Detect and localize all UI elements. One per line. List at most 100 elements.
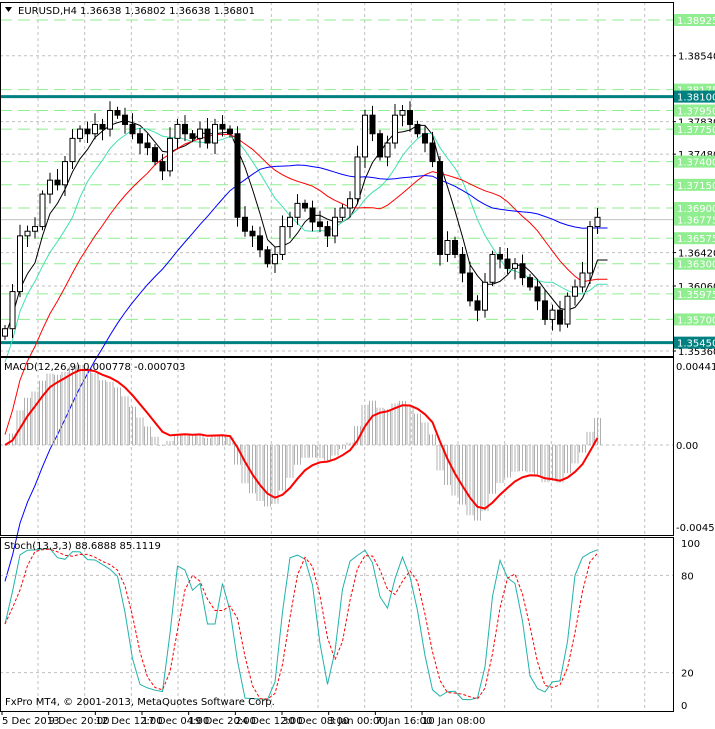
candle-body: [527, 277, 533, 288]
macd-tick-label: -0.004501: [676, 523, 715, 534]
candle-body: [369, 114, 376, 135]
candle-body: [24, 230, 31, 237]
macd-title: MACD(12,26,9) 0.000778 -0.000703: [4, 362, 185, 373]
macd-panel: [0, 365, 673, 521]
candle-body: [159, 161, 166, 172]
key-level-label: 1.38100: [677, 93, 715, 104]
candle-body: [122, 114, 128, 125]
level-label: 1.35975: [677, 290, 715, 301]
candle-body: [62, 161, 68, 186]
candle-body: [587, 226, 593, 274]
candle-body: [512, 263, 518, 269]
candle-body: [422, 133, 428, 144]
candle-body: [144, 142, 151, 149]
level-label: 1.36575: [677, 234, 715, 245]
candle-body: [347, 198, 353, 209]
candle-body: [114, 110, 121, 116]
candle-body: [32, 226, 38, 232]
candle-body: [482, 281, 488, 311]
candle-body: [287, 216, 293, 228]
candle-body: [354, 156, 361, 200]
stoch-panel: [0, 548, 673, 701]
candle-body: [399, 110, 406, 116]
candle-body: [264, 249, 271, 265]
stoch-signal-line: [4, 548, 598, 700]
candle-body: [84, 128, 91, 135]
level-label: 1.37950: [677, 107, 715, 118]
chart-canvas[interactable]: 1.385401.378301.374801.364201.360601.353…: [0, 0, 715, 729]
stoch-main-line: [4, 548, 598, 701]
price-tick-label: 1.38540: [678, 52, 715, 63]
ohlc-values: 1.36638 1.36802 1.36638 1.36801: [80, 6, 255, 17]
candle-body: [99, 123, 106, 130]
candle-body: [167, 137, 173, 172]
candle-body: [332, 216, 338, 237]
candle-body: [362, 114, 368, 158]
panel-frames: [0, 2, 674, 712]
candles: [2, 101, 601, 340]
candle-body: [384, 142, 391, 158]
candle-body: [572, 286, 578, 297]
level-label: 1.37750: [677, 125, 715, 136]
candle-body: [212, 123, 218, 144]
candle-body: [107, 110, 113, 130]
candle-body: [377, 133, 383, 158]
candle-body: [309, 207, 316, 223]
candle-body: [504, 258, 511, 269]
candle-body: [407, 110, 413, 125]
candle-body: [489, 253, 496, 283]
candle-body: [317, 221, 323, 228]
level-label: 1.38925: [677, 16, 715, 27]
bid-label: 1.36775: [677, 216, 715, 227]
level-label: 1.36900: [677, 204, 715, 215]
candle-body: [174, 123, 181, 139]
candle-body: [2, 328, 8, 337]
chart-header: EURUSD,H4 1.36638 1.36802 1.36638 1.3680…: [5, 6, 255, 17]
macd-signal-line: [4, 368, 599, 510]
mt4-chart-window[interactable]: 1.385401.378301.374801.364201.360601.353…: [0, 0, 715, 729]
stoch-tick-label: 100: [681, 539, 700, 550]
candle-body: [39, 193, 46, 228]
candle-body: [302, 202, 308, 209]
candle-body: [47, 179, 53, 195]
candle-body: [497, 253, 503, 260]
candle-body: [129, 123, 136, 135]
copyright-text: FxPro MT4, © 2001-2013, MetaQuotes Softw…: [5, 697, 275, 708]
time-tick-label: 10 Jan 08:00: [422, 716, 485, 727]
candle-body: [392, 114, 398, 144]
candle-body: [579, 272, 586, 288]
candle-body: [227, 128, 233, 135]
candle-body: [414, 123, 421, 135]
stoch-tick-label: 20: [681, 669, 694, 680]
candle-body: [152, 147, 158, 163]
candle-body: [467, 272, 473, 302]
candle-body: [549, 309, 556, 320]
candle-body: [17, 235, 23, 293]
candle-body: [242, 216, 248, 232]
candle-body: [182, 123, 188, 135]
candle-body: [459, 253, 466, 274]
candle-body: [77, 128, 83, 139]
dropdown-triangle-icon[interactable]: [5, 7, 12, 12]
level-label: 1.35700: [677, 315, 715, 326]
candle-body: [92, 123, 98, 135]
candle-body: [444, 240, 451, 255]
candle-body: [54, 179, 61, 186]
candle-body: [234, 133, 241, 218]
candle-body: [294, 202, 301, 218]
candle-body: [429, 142, 436, 163]
candle-body: [69, 137, 76, 163]
candle-body: [204, 128, 211, 144]
candle-body: [452, 240, 458, 255]
macd-tick-label: 0.00: [676, 441, 698, 452]
candle-body: [189, 133, 196, 139]
candle-body: [249, 230, 256, 237]
candle-body: [542, 300, 548, 320]
candle-body: [437, 161, 443, 255]
candle-body: [197, 128, 203, 139]
stoch-tick-label: 0: [681, 701, 687, 712]
candle-body: [9, 291, 16, 330]
key-level-label: 1.35450: [677, 339, 715, 350]
candle-body: [272, 253, 278, 265]
candle-body: [339, 207, 346, 218]
